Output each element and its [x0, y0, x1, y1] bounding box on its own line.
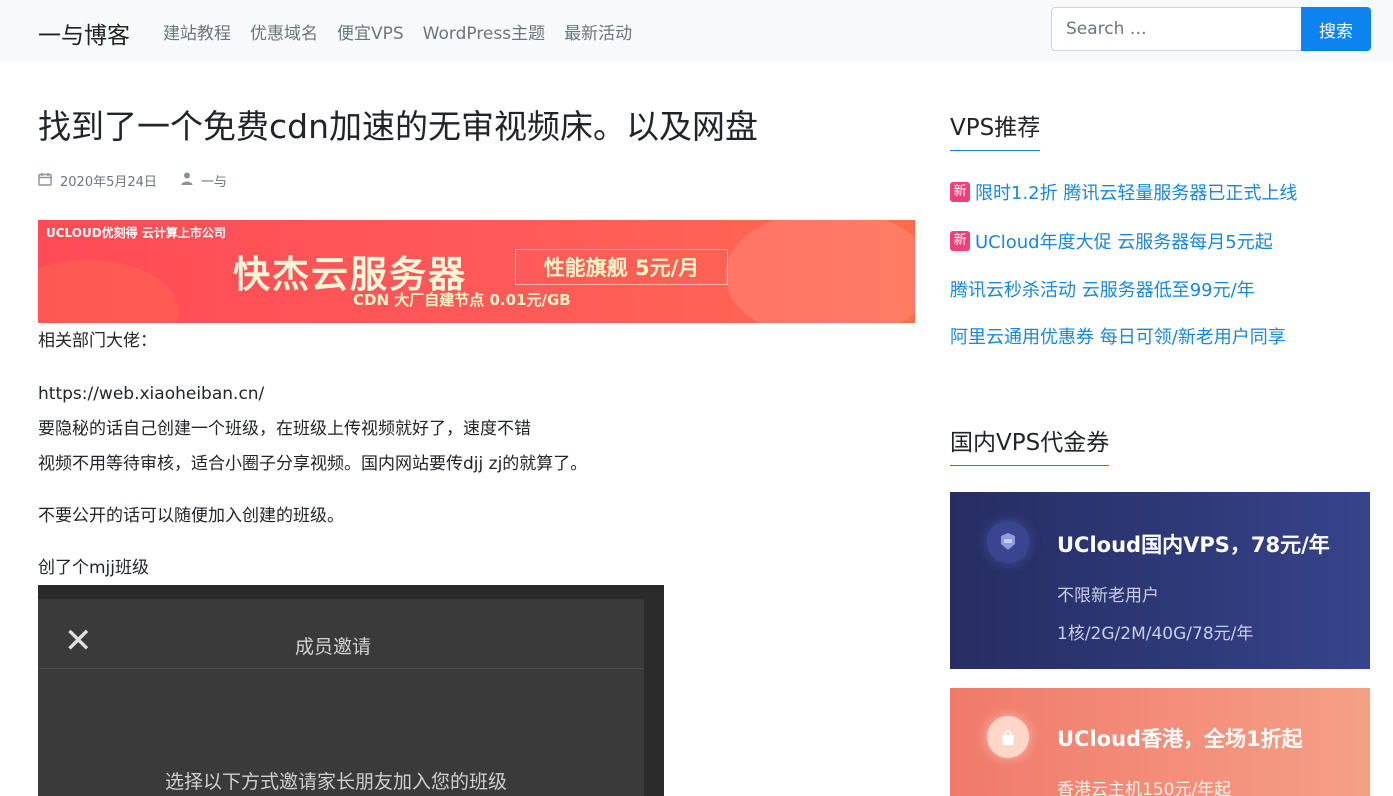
voucher-card-ucloud-hk[interactable]: UCloud香港，全场1折起 香港云主机150元/年起: [950, 688, 1370, 796]
server-icon: [987, 521, 1029, 563]
new-badge: 新: [950, 231, 970, 251]
sidebar-heading-vps: VPS推荐: [950, 108, 1041, 151]
dialog-message: 选择以下方式邀请家长朋友加入您的班级: [165, 771, 508, 793]
paragraph-line: 视频不用等待审核，适合小圈子分享视频。国内网站要传djj zj的就算了。: [38, 454, 588, 474]
embedded-screenshot: ✕ 成员邀请 选择以下方式邀请家长朋友加入您的班级: [38, 585, 664, 796]
dialog-title: 成员邀请: [295, 636, 372, 658]
site-brand[interactable]: 一与博客: [38, 16, 130, 50]
nav-item-tutorial[interactable]: 建站教程: [163, 19, 231, 44]
banner-subtitle: CDN 大厂自建节点 0.01元/GB: [353, 291, 571, 309]
card-title: UCloud国内VPS，78元/年: [1057, 533, 1330, 557]
bag-icon: [987, 716, 1029, 758]
divider: [38, 668, 644, 669]
paragraph: https://web.xiaoheiban.cn/ 要隐秘的话自己创建一个班级…: [38, 377, 915, 482]
sidebar-link-text: 限时1.2折 腾讯云轻量服务器已正式上线: [975, 183, 1298, 204]
nav-item-events[interactable]: 最新活动: [564, 19, 632, 44]
ucloud-ad-banner[interactable]: UCLOUD优刻得 云计算上市公司 快杰云服务器 性能旗舰 5元/月 CDN 大…: [38, 220, 915, 323]
paragraph-line: 要隐秘的话自己创建一个班级，在班级上传视频就好了，速度不错: [38, 419, 531, 439]
paragraph: 创了个mjj班级: [38, 558, 150, 578]
sidebar-link[interactable]: 阿里云通用优惠券 每日可领/新老用户同享: [950, 323, 1286, 349]
sidebar-link[interactable]: 腾讯云秒杀活动 云服务器低至99元/年: [950, 276, 1255, 302]
close-icon: ✕: [64, 621, 93, 661]
banner-tag: UCLOUD优刻得 云计算上市公司: [46, 226, 226, 240]
invite-dialog: ✕ 成员邀请 选择以下方式邀请家长朋友加入您的班级: [38, 599, 644, 796]
paragraph: 不要公开的话可以随便加入创建的班级。: [38, 506, 344, 526]
post-date[interactable]: 2020年5月24日: [60, 171, 157, 190]
post-meta: 2020年5月24日 一与: [38, 171, 227, 190]
card-line: 不限新老用户: [1057, 586, 1159, 606]
sidebar-link[interactable]: 新 限时1.2折 腾讯云轻量服务器已正式上线: [950, 179, 1297, 205]
nav-item-domains[interactable]: 优惠域名: [250, 19, 318, 44]
post-author[interactable]: 一与: [201, 171, 227, 190]
calendar-icon: [38, 172, 52, 190]
sidebar-heading-vouchers: 国内VPS代金券: [950, 423, 1110, 466]
link-text: https://web.xiaoheiban.cn/: [38, 384, 265, 404]
banner-decoration: [38, 260, 178, 323]
banner-decoration: [725, 220, 915, 323]
user-icon: [181, 172, 193, 189]
voucher-card-ucloud-cn[interactable]: UCloud国内VPS，78元/年 不限新老用户 1核/2G/2M/40G/78…: [950, 492, 1370, 669]
nav-item-vps[interactable]: 便宜VPS: [337, 19, 404, 44]
post-title[interactable]: 找到了一个免费cdn加速的无审视频床。以及网盘: [38, 100, 758, 148]
new-badge: 新: [950, 182, 970, 202]
banner-price-box: 性能旗舰 5元/月: [515, 249, 728, 285]
card-line: 1核/2G/2M/40G/78元/年: [1057, 624, 1254, 644]
nav-item-themes[interactable]: WordPress主题: [423, 19, 545, 44]
top-navbar: 一与博客 建站教程 优惠域名 便宜VPS WordPress主题 最新活动 搜索: [0, 0, 1393, 62]
paragraph: 相关部门大佬：: [38, 331, 157, 351]
sidebar-link-text: 阿里云通用优惠券 每日可领/新老用户同享: [950, 327, 1286, 348]
card-title: UCloud香港，全场1折起: [1057, 727, 1303, 751]
sidebar-link[interactable]: 新 UCloud年度大促 云服务器每月5元起: [950, 228, 1273, 254]
search-input[interactable]: [1051, 7, 1302, 51]
sidebar-link-text: 腾讯云秒杀活动 云服务器低至99元/年: [950, 280, 1255, 301]
nav-menu: 建站教程 优惠域名 便宜VPS WordPress主题 最新活动: [163, 19, 651, 44]
card-line: 香港云主机150元/年起: [1057, 780, 1232, 796]
search-button[interactable]: 搜索: [1301, 7, 1371, 51]
sidebar-link-text: UCloud年度大促 云服务器每月5元起: [975, 232, 1273, 253]
